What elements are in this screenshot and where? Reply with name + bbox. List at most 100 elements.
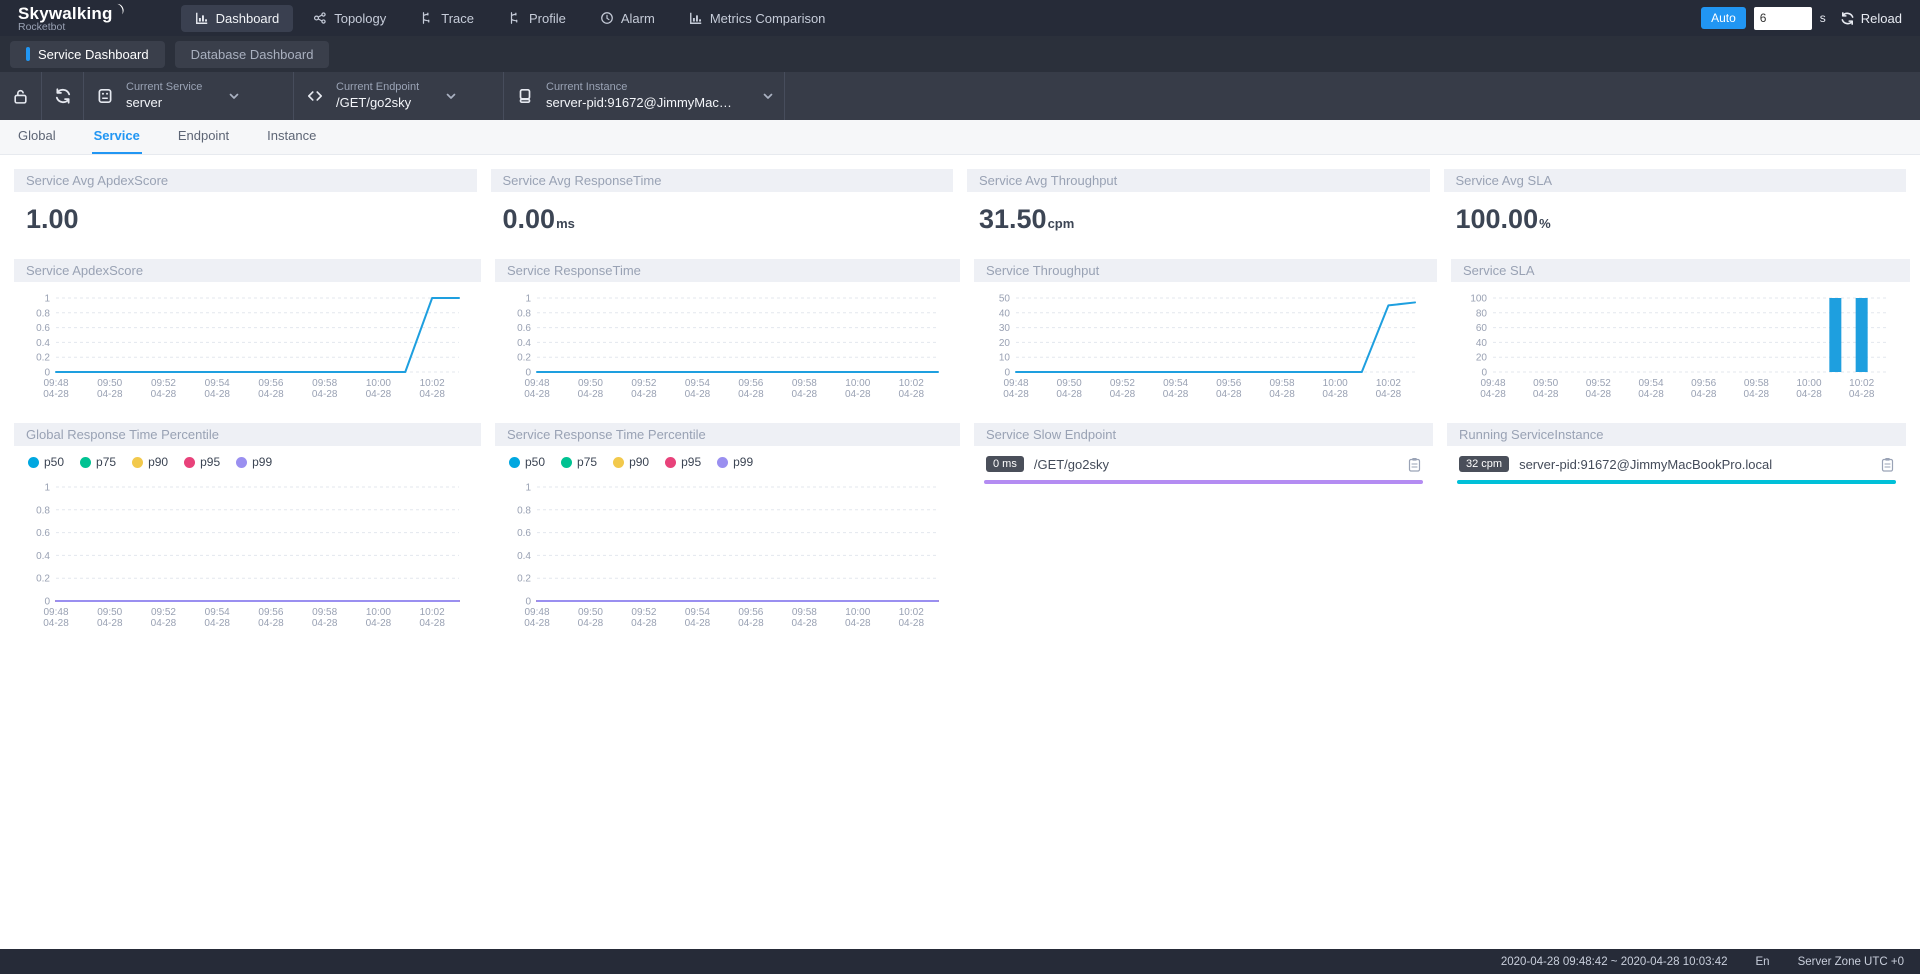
svg-text:04-28: 04-28 bbox=[1691, 389, 1717, 400]
legend-item-p95[interactable]: p95 bbox=[184, 455, 220, 469]
legend-item-p75[interactable]: p75 bbox=[80, 455, 116, 469]
chevron-down-icon bbox=[228, 90, 240, 102]
instance-name: server-pid:91672@JimmyMacBookPro.local bbox=[1519, 457, 1871, 472]
svg-text:04-28: 04-28 bbox=[631, 618, 657, 629]
server-zone-label[interactable]: Server Zone UTC +0 bbox=[1798, 956, 1904, 968]
svg-text:04-28: 04-28 bbox=[43, 389, 69, 400]
metric-unit: ms bbox=[556, 216, 575, 231]
nav-label: Alarm bbox=[621, 11, 655, 26]
latency-badge: 0 ms bbox=[986, 456, 1024, 472]
nav-item-trace[interactable]: Trace bbox=[406, 5, 488, 32]
tab-instance[interactable]: Instance bbox=[265, 120, 318, 154]
svg-text:04-28: 04-28 bbox=[1322, 389, 1348, 400]
svg-text:09:50: 09:50 bbox=[578, 378, 603, 389]
legend-dot bbox=[132, 457, 143, 468]
svg-text:1: 1 bbox=[525, 483, 531, 494]
card-title: Service Avg SLA bbox=[1444, 169, 1907, 192]
svg-text:04-28: 04-28 bbox=[1586, 389, 1612, 400]
legend-label: p90 bbox=[148, 455, 168, 469]
nav-item-profile[interactable]: Profile bbox=[494, 5, 580, 32]
svg-text:04-28: 04-28 bbox=[898, 618, 924, 629]
svg-text:0.4: 0.4 bbox=[517, 551, 531, 562]
metric-value: 100.00 bbox=[1456, 204, 1539, 235]
nav-item-metrics-comparison[interactable]: Metrics Comparison bbox=[675, 5, 840, 32]
legend-item-p99[interactable]: p99 bbox=[236, 455, 272, 469]
current-instance-selector[interactable]: Current Instance server-pid:91672@JimmyM… bbox=[504, 72, 785, 120]
legend-label: p90 bbox=[629, 455, 649, 469]
legend-item-p50[interactable]: p50 bbox=[509, 455, 545, 469]
svg-text:04-28: 04-28 bbox=[419, 618, 445, 629]
tab-global[interactable]: Global bbox=[16, 120, 58, 154]
svg-text:09:48: 09:48 bbox=[43, 607, 68, 618]
svg-text:04-28: 04-28 bbox=[366, 389, 392, 400]
nav-item-topology[interactable]: Topology bbox=[299, 5, 400, 32]
svg-text:09:56: 09:56 bbox=[1691, 378, 1716, 389]
legend-item-p50[interactable]: p50 bbox=[28, 455, 64, 469]
clipboard-icon bbox=[1408, 457, 1421, 472]
svg-text:60: 60 bbox=[1476, 323, 1488, 334]
reload-button[interactable]: Reload bbox=[1840, 11, 1902, 26]
percentile-legend: p50 p75 p90 p95 p99 bbox=[14, 446, 481, 471]
card-service-responsetime-chart: Service ResponseTime 00.20.40.60.8109:48… bbox=[495, 259, 960, 409]
legend-item-p75[interactable]: p75 bbox=[561, 455, 597, 469]
service-dashboard-button[interactable]: Service Dashboard bbox=[10, 41, 165, 68]
svg-text:04-28: 04-28 bbox=[1638, 389, 1664, 400]
lock-button[interactable] bbox=[0, 72, 42, 120]
svg-text:04-28: 04-28 bbox=[258, 618, 284, 629]
legend-item-p99[interactable]: p99 bbox=[717, 455, 753, 469]
refresh-context-button[interactable] bbox=[42, 72, 84, 120]
svg-text:09:54: 09:54 bbox=[685, 378, 710, 389]
svg-text:09:52: 09:52 bbox=[631, 607, 656, 618]
svg-text:1: 1 bbox=[44, 294, 50, 305]
service-responsetime-chart: 00.20.40.60.8109:4804-2809:5004-2809:520… bbox=[501, 290, 954, 402]
card-title: Service Throughput bbox=[974, 259, 1437, 282]
svg-text:04-28: 04-28 bbox=[631, 389, 657, 400]
card-title: Running ServiceInstance bbox=[1447, 423, 1906, 446]
copy-button[interactable] bbox=[1408, 457, 1421, 472]
current-endpoint-selector[interactable]: Current Endpoint /GET/go2sky bbox=[294, 72, 504, 120]
legend-label: p99 bbox=[733, 455, 753, 469]
nav-item-alarm[interactable]: Alarm bbox=[586, 5, 669, 32]
refresh-interval-input[interactable] bbox=[1754, 7, 1812, 30]
svg-text:04-28: 04-28 bbox=[685, 389, 711, 400]
svg-text:10:02: 10:02 bbox=[1376, 378, 1401, 389]
svg-text:0.8: 0.8 bbox=[36, 308, 50, 319]
svg-text:10:02: 10:02 bbox=[1849, 378, 1874, 389]
status-footer: 2020-04-28 09:48:42 ~ 2020-04-28 10:03:4… bbox=[0, 949, 1920, 974]
svg-text:09:58: 09:58 bbox=[312, 378, 337, 389]
charts-row: Service ApdexScore 00.20.40.60.8109:4804… bbox=[0, 259, 1920, 409]
current-service-selector[interactable]: Current Service server bbox=[84, 72, 294, 120]
svg-text:04-28: 04-28 bbox=[1003, 389, 1029, 400]
legend-item-p90[interactable]: p90 bbox=[613, 455, 649, 469]
auto-refresh-button[interactable]: Auto bbox=[1701, 7, 1746, 29]
svg-text:09:54: 09:54 bbox=[205, 378, 230, 389]
legend-item-p90[interactable]: p90 bbox=[132, 455, 168, 469]
global-response-time-percentile-chart: 00.20.40.60.8109:4804-2809:5004-2809:520… bbox=[20, 479, 475, 631]
alarm-icon bbox=[600, 11, 614, 25]
copy-button[interactable] bbox=[1881, 457, 1894, 472]
lock-icon bbox=[12, 88, 29, 105]
nav-item-dashboard[interactable]: Dashboard bbox=[181, 5, 294, 32]
time-range-label[interactable]: 2020-04-28 09:48:42 ~ 2020-04-28 10:03:4… bbox=[1501, 956, 1728, 968]
chevron-down-icon bbox=[762, 90, 774, 102]
svg-text:09:52: 09:52 bbox=[1586, 378, 1611, 389]
tab-service[interactable]: Service bbox=[92, 120, 142, 154]
svg-text:0.2: 0.2 bbox=[36, 353, 50, 364]
svg-text:10:02: 10:02 bbox=[899, 378, 924, 389]
svg-text:04-28: 04-28 bbox=[845, 618, 871, 629]
language-toggle[interactable]: En bbox=[1756, 956, 1770, 968]
service-icon bbox=[96, 87, 114, 105]
legend-label: p95 bbox=[681, 455, 701, 469]
svg-text:10:00: 10:00 bbox=[845, 607, 870, 618]
svg-text:09:54: 09:54 bbox=[205, 607, 230, 618]
svg-text:0.4: 0.4 bbox=[36, 551, 50, 562]
metric-value: 1.00 bbox=[26, 204, 79, 235]
active-accent bbox=[26, 47, 30, 61]
database-dashboard-button[interactable]: Database Dashboard bbox=[175, 41, 330, 68]
legend-label: p75 bbox=[577, 455, 597, 469]
service-throughput-chart: 0102030405009:4804-2809:5004-2809:5204-2… bbox=[980, 290, 1431, 402]
card-title: Global Response Time Percentile bbox=[14, 423, 481, 446]
svg-text:0.2: 0.2 bbox=[36, 574, 50, 585]
legend-item-p95[interactable]: p95 bbox=[665, 455, 701, 469]
tab-endpoint[interactable]: Endpoint bbox=[176, 120, 231, 154]
